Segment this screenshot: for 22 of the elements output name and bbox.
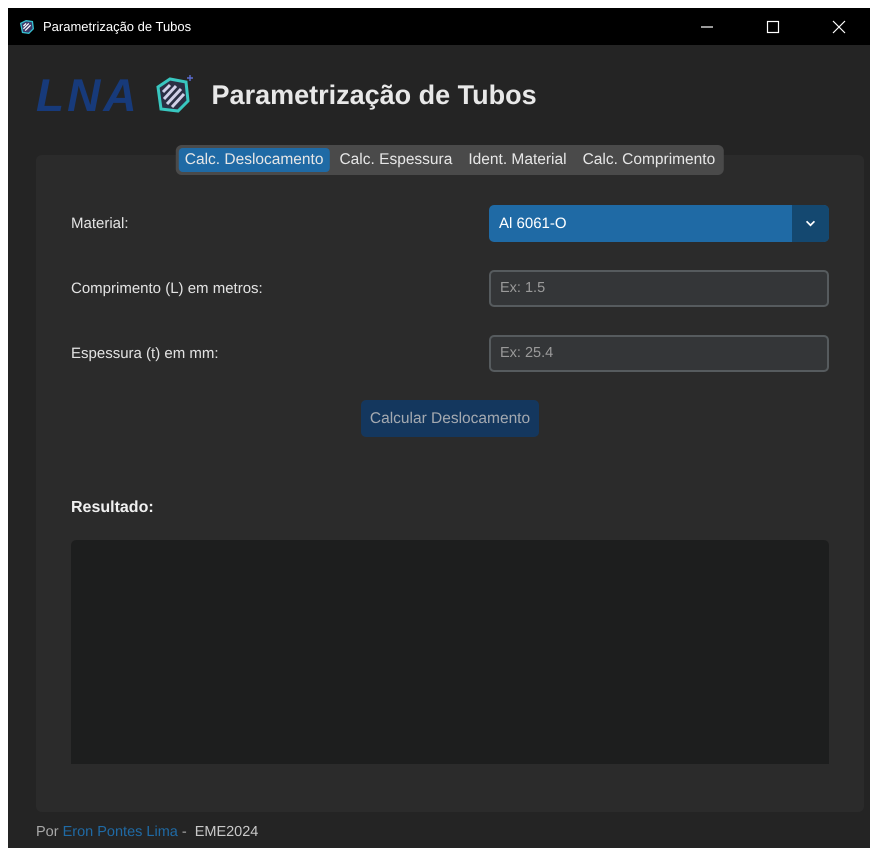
close-icon[interactable]	[832, 20, 846, 34]
tab[interactable]: Calc. Espessura	[333, 148, 458, 172]
footer-separator: -	[182, 824, 187, 840]
field-label: Material:	[71, 214, 129, 232]
tab[interactable]: Ident. Material	[462, 148, 573, 172]
tab[interactable]: Calc. Comprimento	[576, 148, 722, 172]
footer-prefix: Por	[36, 824, 59, 840]
app-title: Parametrização de Tubos	[212, 80, 537, 110]
material-dropdown[interactable]: Al 6061-O	[489, 204, 829, 242]
chevron-down-icon	[805, 220, 816, 226]
tab[interactable]: Calc. Deslocamento	[178, 148, 330, 172]
window-title: Parametrização de Tubos	[43, 19, 192, 34]
calculate-button[interactable]: Calcular Deslocamento	[360, 400, 540, 437]
maximize-icon[interactable]	[766, 20, 780, 34]
field-label: Espessura (t) em mm:	[71, 344, 219, 362]
footer-text: EME2024	[194, 824, 258, 840]
app-icon	[18, 18, 36, 36]
input-field[interactable]: Ex: 1.5	[489, 270, 829, 306]
field-label: Comprimento (L) em metros:	[71, 280, 263, 296]
input-field[interactable]: Ex: 25.4	[489, 334, 829, 372]
logo-text: LNA	[36, 68, 140, 122]
result-label: Resultado:	[71, 499, 155, 517]
